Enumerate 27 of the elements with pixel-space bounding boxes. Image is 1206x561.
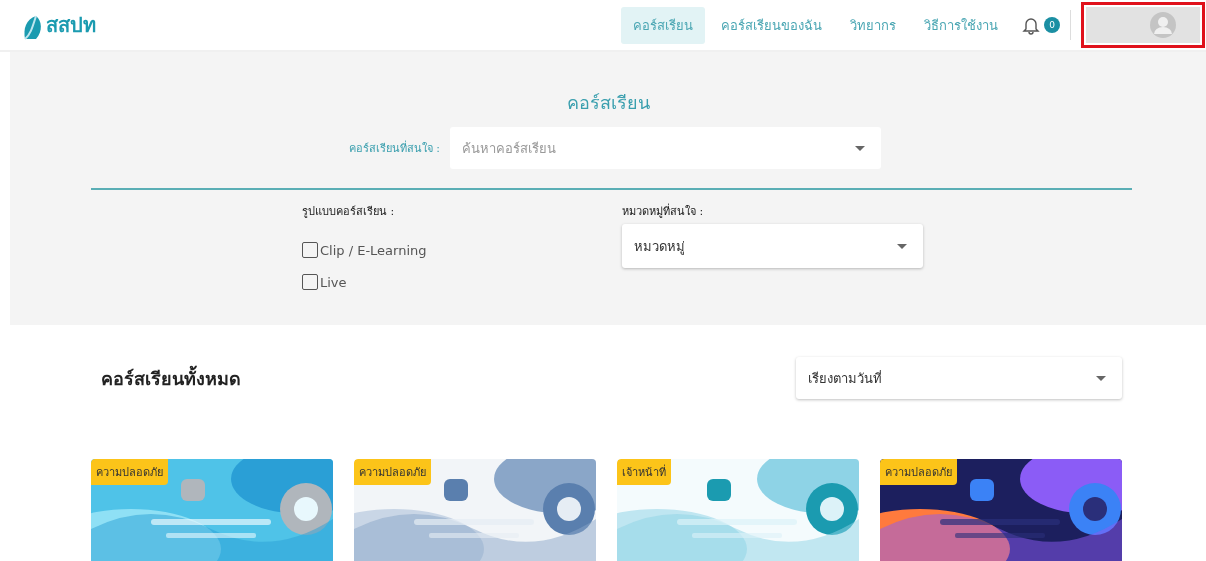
course-card[interactable]: เจ้าหน้าที่ <box>617 459 859 561</box>
dropdown-caret-icon <box>1096 375 1106 381</box>
bell-icon[interactable] <box>1022 15 1040 35</box>
checkbox-label: Clip / E-Learning <box>320 242 427 258</box>
checkbox[interactable] <box>302 242 318 258</box>
dropdown-caret-icon <box>897 243 907 249</box>
category-dropdown[interactable]: หมวดหมู่ <box>622 224 923 268</box>
leaf-logo-icon <box>22 15 44 41</box>
section-title: คอร์สเรียน <box>565 91 651 115</box>
section-heading: คอร์สเรียนทั้งหมด <box>101 364 241 391</box>
category-badge: ความปลอดภัย <box>91 459 168 485</box>
category-badge: ความปลอดภัย <box>354 459 431 485</box>
field-label: คอร์สเรียนที่สนใจ : <box>347 139 440 157</box>
course-card[interactable]: ความปลอดภัย <box>880 459 1122 561</box>
category-badge: ความปลอดภัย <box>880 459 957 485</box>
course-card[interactable]: ความปลอดภัย <box>91 459 333 561</box>
field-label: รูปแบบคอร์สเรียน : <box>302 204 396 220</box>
avatar-icon <box>1150 12 1176 38</box>
course-search-field[interactable]: ค้นหาคอร์สเรียน <box>450 127 881 169</box>
checkbox-label: Live <box>320 274 347 290</box>
sort-dropdown[interactable]: เรียงตามวันที่ <box>796 357 1122 399</box>
field-label: หมวดหมู่ที่สนใจ : <box>622 202 705 220</box>
dropdown-caret-icon <box>855 146 865 151</box>
notification-count: 0 <box>1044 17 1060 33</box>
course-card[interactable]: ความปลอดภัย <box>354 459 596 561</box>
category-badge: เจ้าหน้าที่ <box>617 459 671 485</box>
checkbox[interactable] <box>302 274 318 290</box>
